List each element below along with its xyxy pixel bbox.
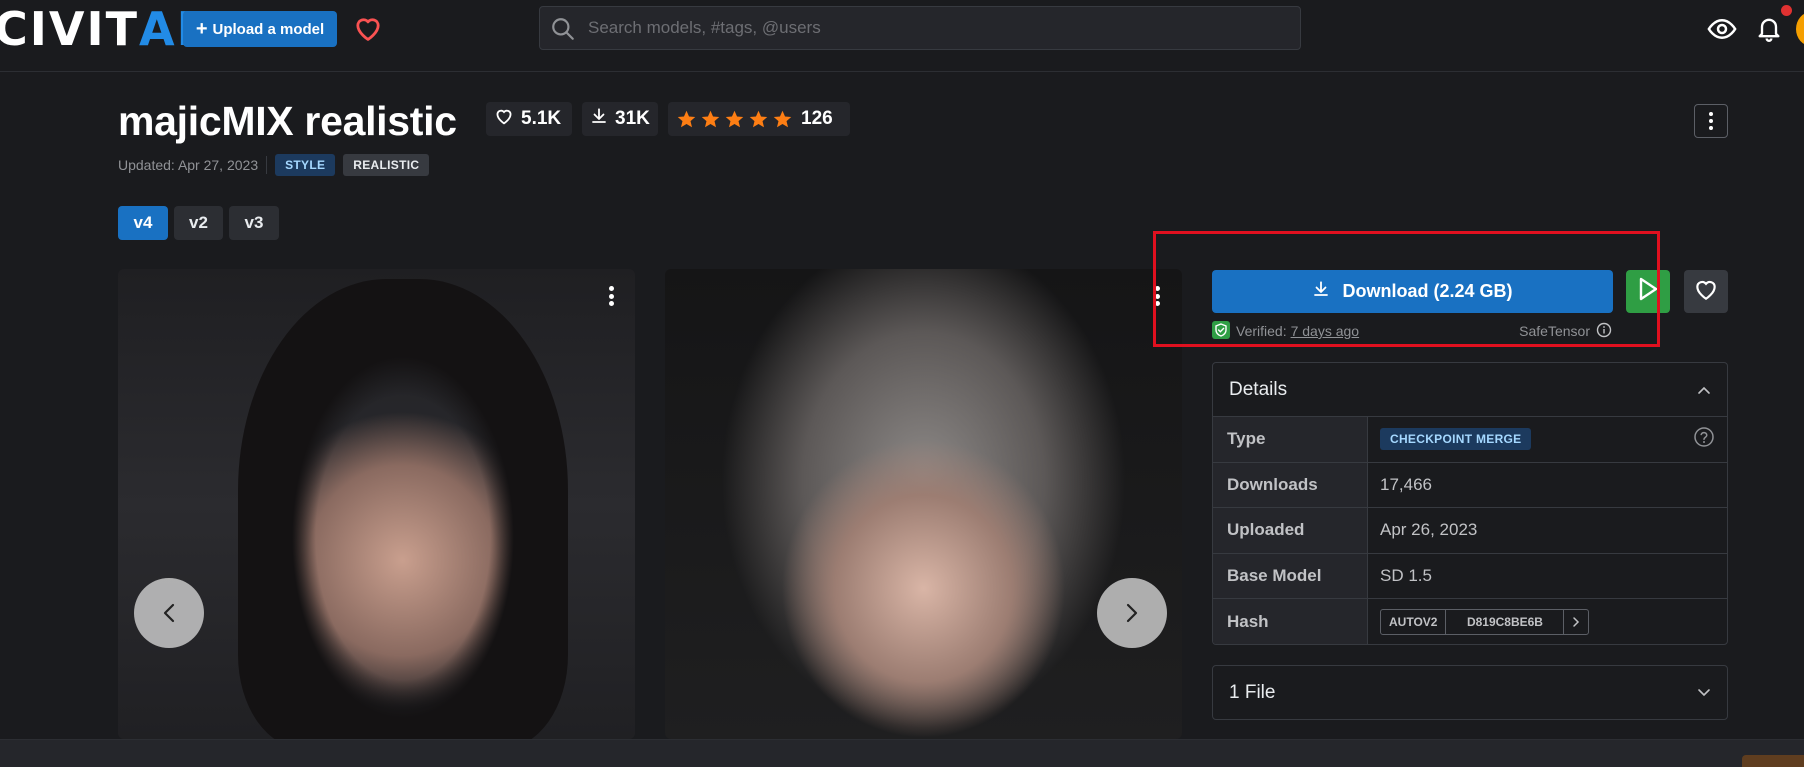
rating-stat[interactable]: 126 xyxy=(668,102,850,136)
download-label: Download (2.24 GB) xyxy=(1342,281,1513,301)
plus-icon: + xyxy=(195,18,208,40)
likes-count: 5.1K xyxy=(521,108,562,129)
eye-icon[interactable] xyxy=(1707,14,1737,49)
image-2-options-icon[interactable] xyxy=(1150,279,1164,313)
details-row-type: Type CHECKPOINT MERGE xyxy=(1213,417,1727,463)
help-icon[interactable] xyxy=(1693,426,1715,453)
meta-divider xyxy=(266,156,268,174)
version-tab-v4[interactable]: v4 xyxy=(118,206,168,240)
download-icon xyxy=(1312,280,1330,303)
image-1-options-icon[interactable] xyxy=(604,279,618,313)
bottom-bar xyxy=(0,739,1804,767)
details-row-base-model: Base Model SD 1.5 xyxy=(1213,553,1727,599)
play-icon xyxy=(1637,276,1659,307)
image-hair-shading xyxy=(238,279,568,739)
bottom-corner-widget[interactable] xyxy=(1742,755,1804,767)
model-type-badge: CHECKPOINT MERGE xyxy=(1380,428,1532,451)
files-accordion[interactable]: 1 File xyxy=(1212,665,1728,720)
chevron-down-icon xyxy=(1697,682,1711,704)
favorites-heart-icon[interactable] xyxy=(350,12,386,44)
upload-model-label: Upload a model xyxy=(212,20,325,38)
details-toggle[interactable]: Details xyxy=(1213,363,1727,417)
file-format: SafeTensor xyxy=(1519,322,1612,341)
carousel-next-button[interactable] xyxy=(1097,578,1167,648)
details-heading: Details xyxy=(1229,378,1288,400)
heart-icon xyxy=(1693,277,1719,306)
chevron-up-icon xyxy=(1697,379,1711,401)
star-icon xyxy=(701,110,720,127)
download-button[interactable]: Download (2.24 GB) xyxy=(1212,270,1613,313)
run-model-button[interactable] xyxy=(1626,270,1670,313)
star-icon xyxy=(677,110,696,127)
details-key: Uploaded xyxy=(1213,508,1368,553)
details-key: Downloads xyxy=(1213,462,1368,507)
user-avatar[interactable] xyxy=(1796,12,1804,46)
verified-date-link[interactable]: 7 days ago xyxy=(1291,323,1360,339)
model-meta: Updated: Apr 27, 2023 STYLE REALISTIC xyxy=(118,153,430,177)
tag-style-badge[interactable]: STYLE xyxy=(275,154,336,176)
details-key: Type xyxy=(1213,417,1368,462)
star-icon xyxy=(749,110,768,127)
updated-date: Updated: Apr 27, 2023 xyxy=(118,157,259,173)
model-title: majicMIX realistic xyxy=(118,98,457,144)
rating-count: 126 xyxy=(801,108,833,129)
version-tab-v3[interactable]: v3 xyxy=(229,206,279,240)
notification-bell-icon[interactable] xyxy=(1755,13,1783,48)
civitai-logo[interactable]: CIVIT AI xyxy=(0,4,196,54)
hash-value-copy[interactable]: D819C8BE6B xyxy=(1446,609,1565,634)
model-preview-image-1[interactable] xyxy=(118,269,635,739)
rating-stars xyxy=(676,109,793,130)
upload-model-button[interactable]: + Upload a model xyxy=(183,11,337,47)
likes-stat[interactable]: 5.1K xyxy=(486,102,572,136)
file-format-label: SafeTensor xyxy=(1519,323,1590,339)
info-icon[interactable] xyxy=(1596,322,1612,341)
model-more-options-button[interactable] xyxy=(1694,104,1728,138)
download-icon xyxy=(590,107,608,131)
verification-info: Verified: 7 days ago SafeTensor xyxy=(1212,320,1612,342)
files-label: 1 File xyxy=(1229,681,1276,703)
hash-next-chevron-icon[interactable] xyxy=(1564,610,1588,634)
details-row-downloads: Downloads 17,466 xyxy=(1213,462,1727,508)
star-icon xyxy=(725,110,744,127)
verified-label: Verified: xyxy=(1236,323,1287,339)
details-value: 17,466 xyxy=(1380,474,1432,494)
details-key: Hash xyxy=(1213,599,1368,644)
notification-dot xyxy=(1781,5,1792,16)
heart-icon xyxy=(494,107,514,131)
details-panel: Details Type CHECKPOINT MERGE Downloads … xyxy=(1212,362,1728,645)
star-icon xyxy=(773,110,792,127)
favorite-model-button[interactable] xyxy=(1684,270,1728,313)
search-bar[interactable] xyxy=(539,6,1301,50)
details-key: Base Model xyxy=(1213,553,1368,598)
search-icon xyxy=(550,16,576,47)
verified-shield-icon xyxy=(1212,320,1230,342)
version-tab-v2[interactable]: v2 xyxy=(174,206,223,240)
top-navbar: CIVIT AI + Upload a model xyxy=(0,0,1804,72)
details-row-hash: Hash AUTOV2 D819C8BE6B xyxy=(1213,599,1727,644)
search-input[interactable] xyxy=(588,18,1300,38)
hash-type-button[interactable]: AUTOV2 xyxy=(1381,609,1447,634)
hash-widget: AUTOV2 D819C8BE6B xyxy=(1380,608,1590,635)
downloads-stat: 31K xyxy=(582,102,658,136)
logo-civit-text: CIVIT xyxy=(0,2,139,56)
model-preview-image-2[interactable] xyxy=(665,269,1182,739)
details-row-uploaded: Uploaded Apr 26, 2023 xyxy=(1213,508,1727,554)
tag-realistic-badge[interactable]: REALISTIC xyxy=(343,154,430,176)
carousel-prev-button[interactable] xyxy=(134,578,204,648)
details-value: Apr 26, 2023 xyxy=(1380,520,1478,540)
downloads-count: 31K xyxy=(615,108,650,129)
details-value: SD 1.5 xyxy=(1380,565,1432,585)
